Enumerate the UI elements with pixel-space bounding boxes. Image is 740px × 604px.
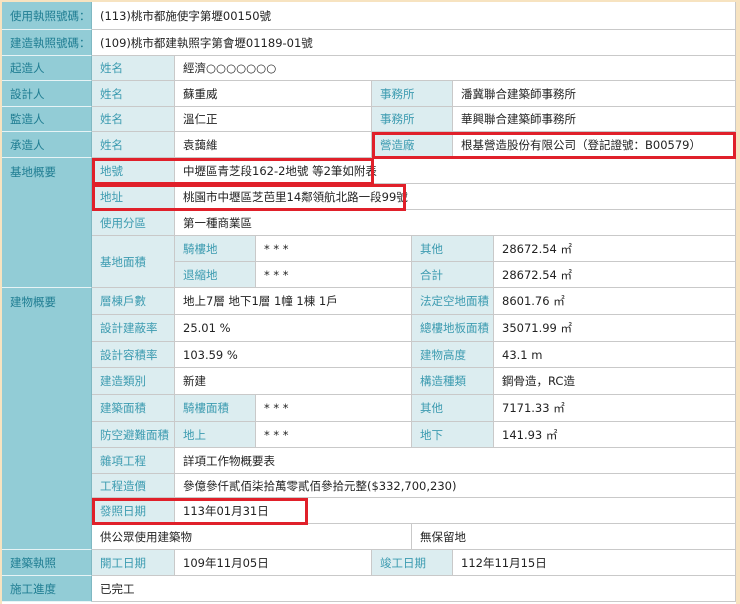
below-value: 141.93 ㎡ xyxy=(494,422,736,448)
contractor-label: 承造人 xyxy=(2,132,92,158)
contractor-name-label: 姓名 xyxy=(92,132,175,158)
building-other-value: 7171.33 ㎡ xyxy=(494,395,736,422)
designer-label: 設計人 xyxy=(2,81,92,107)
contractor-firm: 根基營造股份有限公司（登記證號：B00579） xyxy=(453,132,736,158)
coverage-value: 25.01 % xyxy=(175,315,412,342)
arcade-label: 騎樓地 xyxy=(175,236,256,262)
owner-label: 起造人 xyxy=(2,56,92,81)
use-permit-label: 使用執照號碼： xyxy=(2,2,92,30)
arcade-area-label: 騎樓面積 xyxy=(175,395,256,422)
site-other-value: 28672.54 ㎡ xyxy=(494,236,736,262)
misc-label: 雜項工程 xyxy=(92,448,175,474)
address-value: 桃園市中壢區芝芭里14鄰領航北路一段99號 xyxy=(175,184,736,210)
lot-label: 地號 xyxy=(92,158,175,184)
designer-office-label: 事務所 xyxy=(372,81,453,107)
site-label: 基地概要 xyxy=(2,158,92,288)
issue-date-label: 發照日期 xyxy=(92,498,175,524)
setback-label: 退縮地 xyxy=(175,262,256,288)
setback-value: * * * xyxy=(256,262,412,288)
cost-label: 工程造價 xyxy=(92,474,175,498)
owner-name: 經濟○○○○○○○ xyxy=(175,56,736,81)
arcade-area-value: * * * xyxy=(256,395,412,422)
coverage-label: 設計建蔽率 xyxy=(92,315,175,342)
build-area-label: 建築面積 xyxy=(92,395,175,422)
designer-office: 潘冀聯合建築師事務所 xyxy=(453,81,736,107)
above-value: * * * xyxy=(256,422,412,448)
public-building-value: 供公眾使用建築物 xyxy=(92,524,412,550)
floors-value: 地上7層 地下1層 1幢 1棟 1戶 xyxy=(175,288,412,315)
progress-label: 施工進度 xyxy=(2,576,92,602)
height-value: 43.1 m xyxy=(494,342,736,368)
zoning-value: 第一種商業區 xyxy=(175,210,736,236)
floor-area-value: 35071.99 ㎡ xyxy=(494,315,736,342)
supervisor-name-label: 姓名 xyxy=(92,107,175,132)
progress-value: 已完工 xyxy=(92,576,736,602)
use-permit-value: (113)桃市都施使字第壢00150號 xyxy=(92,2,736,30)
building-other-label: 其他 xyxy=(412,395,494,422)
floor-area-label: 總樓地板面積 xyxy=(412,315,494,342)
zoning-label: 使用分區 xyxy=(92,210,175,236)
build-permit-value: (109)桃市都建執照字第會壢01189-01號 xyxy=(92,30,736,56)
contractor-firm-label: 營造廠 xyxy=(372,132,453,158)
supervisor-label: 監造人 xyxy=(2,107,92,132)
building-label: 建物概要 xyxy=(2,288,92,550)
far-label: 設計容積率 xyxy=(92,342,175,368)
open-space-label: 法定空地面積 xyxy=(412,288,494,315)
reserve-land-value: 無保留地 xyxy=(412,524,736,550)
cost-value: 參億參仟貳佰柒拾萬零貳佰參拾元整($332,700,230) xyxy=(175,474,736,498)
permit-table: 使用執照號碼： (113)桃市都施使字第壢00150號 建造執照號碼： (109)桃市… xyxy=(2,2,736,604)
designer-name-label: 姓名 xyxy=(92,81,175,107)
far-value: 103.59 % xyxy=(175,342,412,368)
misc-value: 詳項工作物概要表 xyxy=(175,448,736,474)
build-permit-label: 建造執照號碼： xyxy=(2,30,92,56)
license-label: 建築執照 xyxy=(2,550,92,576)
owner-name-label: 姓名 xyxy=(92,56,175,81)
start-date-value: 109年11月05日 xyxy=(175,550,372,576)
shelter-label: 防空避難面積 xyxy=(92,422,175,448)
start-date-label: 開工日期 xyxy=(92,550,175,576)
end-date-label: 竣工日期 xyxy=(372,550,453,576)
open-space-value: 8601.76 ㎡ xyxy=(494,288,736,315)
site-area-label: 基地面積 xyxy=(92,236,175,288)
above-label: 地上 xyxy=(175,422,256,448)
issue-date-value: 113年01月31日 xyxy=(175,498,736,524)
structure-label: 構造種類 xyxy=(412,368,494,395)
site-total-value: 28672.54 ㎡ xyxy=(494,262,736,288)
site-other-label: 其他 xyxy=(412,236,494,262)
height-label: 建物高度 xyxy=(412,342,494,368)
supervisor-office: 華興聯合建築師事務所 xyxy=(453,107,736,132)
supervisor-name: 溫仁正 xyxy=(175,107,372,132)
floors-label: 層棟戶數 xyxy=(92,288,175,315)
type-value: 新建 xyxy=(175,368,412,395)
supervisor-office-label: 事務所 xyxy=(372,107,453,132)
below-label: 地下 xyxy=(412,422,494,448)
address-label: 地址 xyxy=(92,184,175,210)
type-label: 建造類別 xyxy=(92,368,175,395)
designer-name: 蘇重威 xyxy=(175,81,372,107)
structure-value: 鋼骨造，RC造 xyxy=(494,368,736,395)
site-total-label: 合計 xyxy=(412,262,494,288)
lot-value: 中壢區青芝段162-2地號 等2筆如附表 xyxy=(175,158,736,184)
arcade-value: * * * xyxy=(256,236,412,262)
end-date-value: 112年11月15日 xyxy=(453,550,736,576)
contractor-name: 袁藹維 xyxy=(175,132,372,158)
